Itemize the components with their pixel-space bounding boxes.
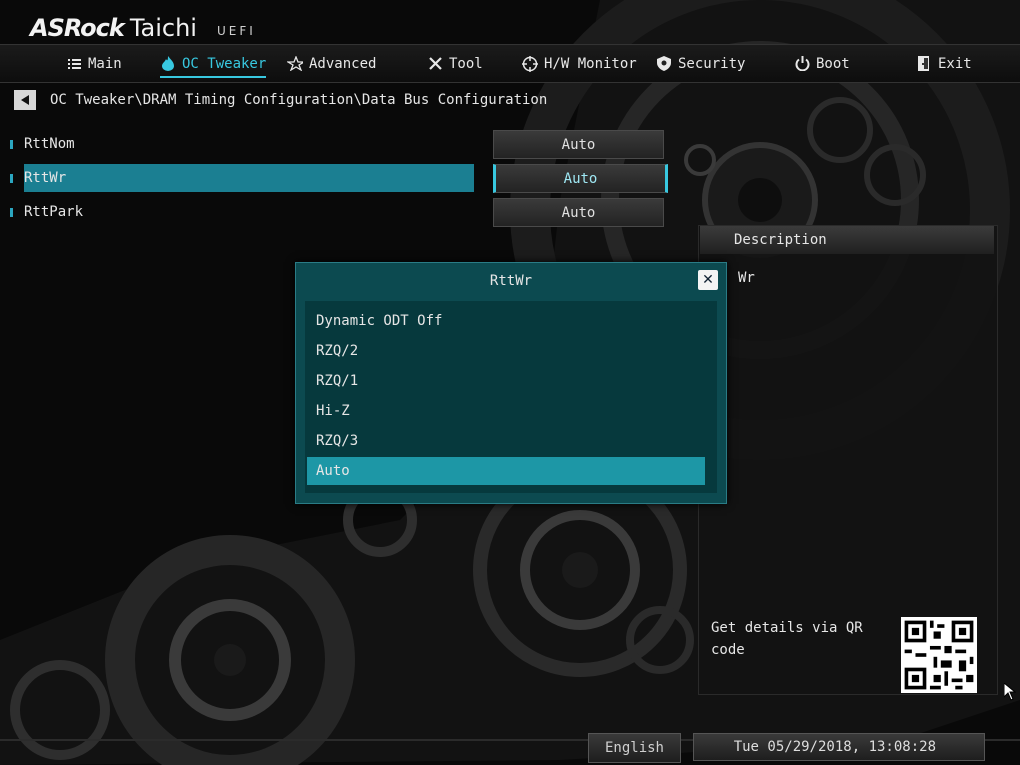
tab-main[interactable]: Main [66, 45, 122, 82]
brand-product: Taichi [129, 14, 197, 42]
setting-value-rttpark[interactable]: Auto [493, 198, 664, 227]
tab-main-label: Main [88, 55, 122, 72]
power-icon [794, 56, 810, 72]
flame-icon [160, 56, 176, 72]
datetime-display: Tue 05/29/2018, 13:08:28 [693, 733, 985, 761]
setting-label: RttPark [24, 204, 84, 220]
option-rzq-1[interactable]: RZQ/1 [307, 367, 705, 395]
brand-name: ASRock [30, 14, 125, 42]
close-button[interactable]: ✕ [698, 270, 718, 290]
setting-row-rttwr[interactable]: RttWr [24, 164, 474, 192]
setting-label: RttNom [24, 136, 75, 152]
tab-tool[interactable]: Tool [427, 45, 483, 82]
breadcrumb-path: OC Tweaker\DRAM Timing Configuration\Dat… [50, 92, 548, 108]
row-bullet [10, 207, 13, 217]
description-title-text: Description [734, 232, 827, 248]
qr-code-image [901, 617, 977, 693]
dialog-title: RttWr [489, 273, 533, 289]
option-auto[interactable]: Auto [307, 457, 705, 485]
brand-suffix: UEFI [216, 24, 256, 38]
list-icon [66, 56, 82, 72]
language-button[interactable]: English [588, 733, 681, 763]
tab-hw-monitor-label: H/W Monitor [544, 55, 637, 72]
exit-icon [916, 56, 932, 72]
brand-logo: ASRock Taichi UEFI [30, 8, 256, 42]
tab-oc-tweaker[interactable]: OC Tweaker [160, 45, 267, 82]
qr-caption: Get details via QR code [711, 620, 863, 658]
option-list: Dynamic ODT Off RZQ/2 RZQ/1 Hi-Z RZQ/3 A… [305, 301, 717, 493]
breadcrumb: OC Tweaker\DRAM Timing Configuration\Dat… [14, 90, 547, 110]
setting-row-rttnom[interactable]: RttNom [10, 130, 475, 158]
back-arrow-icon [21, 95, 29, 105]
close-icon: ✕ [702, 272, 714, 288]
top-navigation: Main OC Tweaker Advanced Tool H/W Monito… [0, 44, 1020, 83]
setting-row-rttpark[interactable]: RttPark [10, 198, 475, 226]
shield-icon [656, 56, 672, 72]
option-hi-z[interactable]: Hi-Z [307, 397, 705, 425]
option-dynamic-odt-off[interactable]: Dynamic ODT Off [307, 307, 705, 335]
tab-boot-label: Boot [816, 55, 850, 72]
tab-oc-tweaker-label: OC Tweaker [182, 55, 267, 72]
setting-value: Auto [561, 204, 596, 221]
setting-value-rttwr[interactable]: Auto [493, 164, 668, 193]
tab-advanced[interactable]: Advanced [287, 45, 376, 82]
datetime-text: Tue 05/29/2018, 13:08:28 [733, 739, 936, 755]
mouse-cursor-icon [1004, 683, 1016, 701]
setting-value-rttnom[interactable]: Auto [493, 130, 664, 159]
tab-boot[interactable]: Boot [794, 45, 850, 82]
tab-tool-label: Tool [449, 55, 483, 72]
tab-exit-label: Exit [938, 55, 972, 72]
tab-advanced-label: Advanced [309, 55, 377, 72]
option-rzq-3[interactable]: RZQ/3 [307, 427, 705, 455]
row-bullet [10, 174, 13, 183]
tools-icon [427, 56, 443, 72]
tab-security-label: Security [678, 55, 746, 72]
option-dialog: RttWr ✕ Dynamic ODT Off RZQ/2 RZQ/1 Hi-Z… [295, 262, 727, 504]
description-text: Wr [738, 270, 755, 286]
crosshair-icon [522, 55, 538, 72]
tab-hw-monitor[interactable]: H/W Monitor [522, 45, 637, 82]
tab-security[interactable]: Security [656, 45, 745, 82]
setting-value: Auto [563, 170, 598, 187]
tab-exit[interactable]: Exit [916, 45, 972, 82]
language-label: English [604, 740, 664, 756]
star-icon [287, 56, 303, 72]
description-title: Description [700, 226, 994, 254]
row-bullet [10, 139, 13, 149]
setting-value: Auto [561, 136, 596, 153]
option-rzq-2[interactable]: RZQ/2 [307, 337, 705, 365]
back-button[interactable] [14, 90, 36, 110]
setting-label: RttWr [24, 170, 67, 186]
